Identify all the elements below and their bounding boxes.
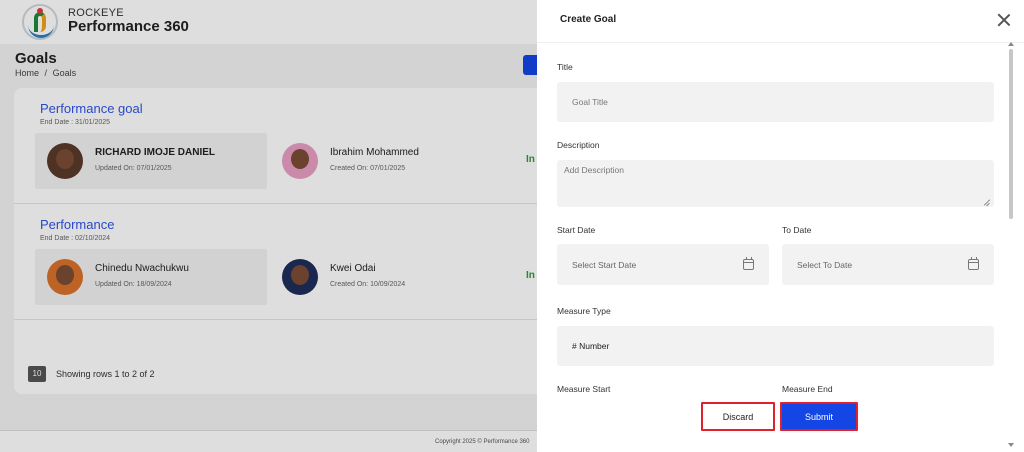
start-date-picker[interactable]: Select Start Date — [557, 244, 769, 285]
create-goal-drawer: Create Goal Title Description Start Date… — [537, 0, 1024, 452]
measure-type-select[interactable]: # Number — [557, 326, 994, 366]
drawer-scrollbar[interactable] — [1008, 42, 1014, 447]
title-label: Title — [557, 62, 573, 72]
drawer-title: Create Goal — [560, 14, 617, 25]
close-icon[interactable] — [996, 12, 1012, 28]
goal-title-input[interactable] — [557, 82, 994, 122]
calendar-icon[interactable] — [743, 257, 754, 270]
submit-button[interactable]: Submit — [780, 402, 858, 431]
scroll-up-arrow-icon[interactable] — [1008, 42, 1014, 46]
to-date-label: To Date — [782, 225, 812, 235]
to-date-placeholder: Select To Date — [797, 260, 853, 270]
description-textarea[interactable] — [557, 160, 994, 207]
start-date-label: Start Date — [557, 225, 596, 235]
discard-button[interactable]: Discard — [701, 402, 775, 431]
scroll-down-arrow-icon[interactable] — [1008, 443, 1014, 447]
modal-backdrop[interactable] — [0, 0, 537, 452]
description-label: Description — [557, 140, 600, 150]
start-date-placeholder: Select Start Date — [572, 260, 637, 270]
measure-end-label: Measure End — [782, 384, 833, 394]
to-date-picker[interactable]: Select To Date — [782, 244, 994, 285]
scrollbar-thumb[interactable] — [1009, 49, 1013, 219]
measure-type-value: # Number — [572, 341, 610, 351]
measure-start-label: Measure Start — [557, 384, 611, 394]
calendar-icon[interactable] — [968, 257, 979, 270]
drawer-header: Create Goal — [537, 0, 1024, 43]
measure-type-label: Measure Type — [557, 306, 611, 316]
